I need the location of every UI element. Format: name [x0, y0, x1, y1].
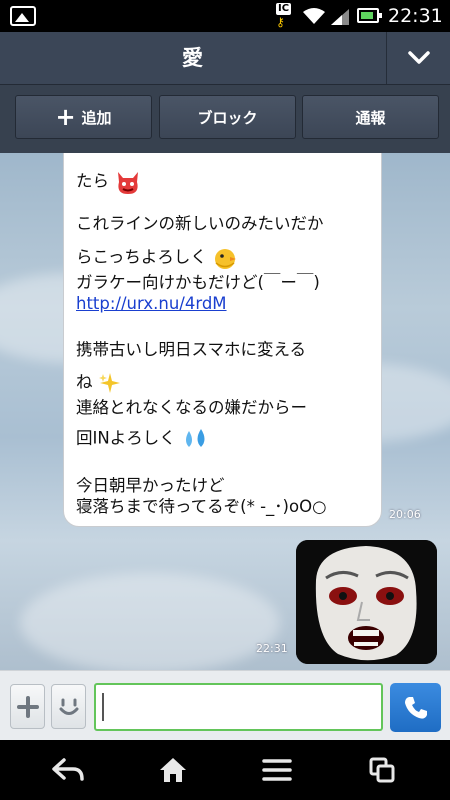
plus-icon — [16, 695, 39, 718]
recent-apps-button[interactable] — [362, 754, 402, 786]
key-icon: ⚷ — [276, 15, 285, 29]
plus-icon: + — [55, 103, 76, 131]
image-notification-icon — [10, 6, 36, 26]
block-button[interactable]: ブロック — [159, 95, 296, 139]
message-line: たら — [76, 168, 142, 196]
sticker-button[interactable] — [51, 684, 86, 729]
message-line: 回INよろしく — [76, 427, 209, 451]
message-line: 携帯古いし明日スマホに変える — [76, 340, 307, 359]
back-icon — [52, 758, 84, 781]
message-line: これラインの新しいのみたいだか — [76, 214, 324, 233]
report-button[interactable]: 通報 — [302, 95, 439, 139]
message-timestamp: 22:31 — [256, 642, 288, 655]
menu-button[interactable] — [257, 754, 297, 786]
outgoing-image-message[interactable] — [296, 540, 437, 664]
message-link[interactable]: http://urx.nu/4rdM — [76, 293, 227, 314]
background-cloud — [20, 573, 280, 670]
home-button[interactable] — [153, 754, 193, 786]
wifi-icon — [303, 8, 325, 24]
chat-header: 愛 — [0, 32, 450, 85]
message-timestamp: 20:06 — [389, 508, 421, 521]
url-link[interactable]: http://urx.nu/4rdM — [76, 294, 227, 313]
message-line: らこっちよろしく — [76, 245, 238, 271]
ic-badge: IC — [276, 3, 292, 15]
chat-title: 愛 — [182, 46, 203, 70]
chick-icon — [215, 249, 237, 269]
message-line: ガラケー向けかもだけど(￣ー￣) — [76, 273, 320, 292]
sweat-drops-icon — [185, 429, 205, 447]
message-line: 連絡とれなくなるの嫌だからー — [76, 398, 307, 417]
status-time: 22:31 — [388, 5, 443, 27]
block-label: ブロック — [197, 108, 258, 127]
photo-thumbnail — [296, 540, 437, 664]
status-bar: IC ⚷ 22:31 — [0, 0, 450, 32]
battery-icon — [357, 8, 382, 23]
report-label: 通報 — [355, 108, 386, 127]
incoming-message-bubble[interactable]: たら これラインの新しいのみたいだか らこっちよろしく ガラケー向けかもだけど(… — [63, 153, 382, 527]
call-button[interactable] — [390, 683, 441, 732]
header-menu-button[interactable] — [386, 32, 450, 84]
chevron-down-icon — [407, 51, 430, 64]
chat-area[interactable]: たら これラインの新しいのみたいだか らこっちよろしく ガラケー向けかもだけど(… — [0, 153, 450, 670]
message-input[interactable] — [94, 683, 383, 731]
sparkles-icon — [98, 373, 120, 393]
message-line: 寝落ちまで待ってるぞ(* -_･)oO○ — [76, 497, 327, 516]
message-line: ね — [76, 371, 122, 395]
signal-icon — [331, 9, 349, 25]
phone-icon — [404, 696, 427, 719]
recent-apps-icon — [369, 757, 395, 783]
action-bar: + 追加 ブロック 通報 — [0, 85, 450, 153]
smiley-icon — [59, 698, 78, 715]
message-line: 今日朝早かったけど — [76, 476, 225, 495]
back-button[interactable] — [48, 754, 88, 786]
home-icon — [160, 758, 186, 782]
add-friend-button[interactable]: + 追加 — [15, 95, 152, 139]
add-label: 追加 — [81, 108, 112, 127]
menu-icon — [262, 759, 292, 781]
devil-face-icon — [118, 172, 139, 194]
composer-bar — [0, 670, 450, 741]
system-nav-bar — [0, 740, 450, 800]
attach-button[interactable] — [10, 684, 45, 729]
